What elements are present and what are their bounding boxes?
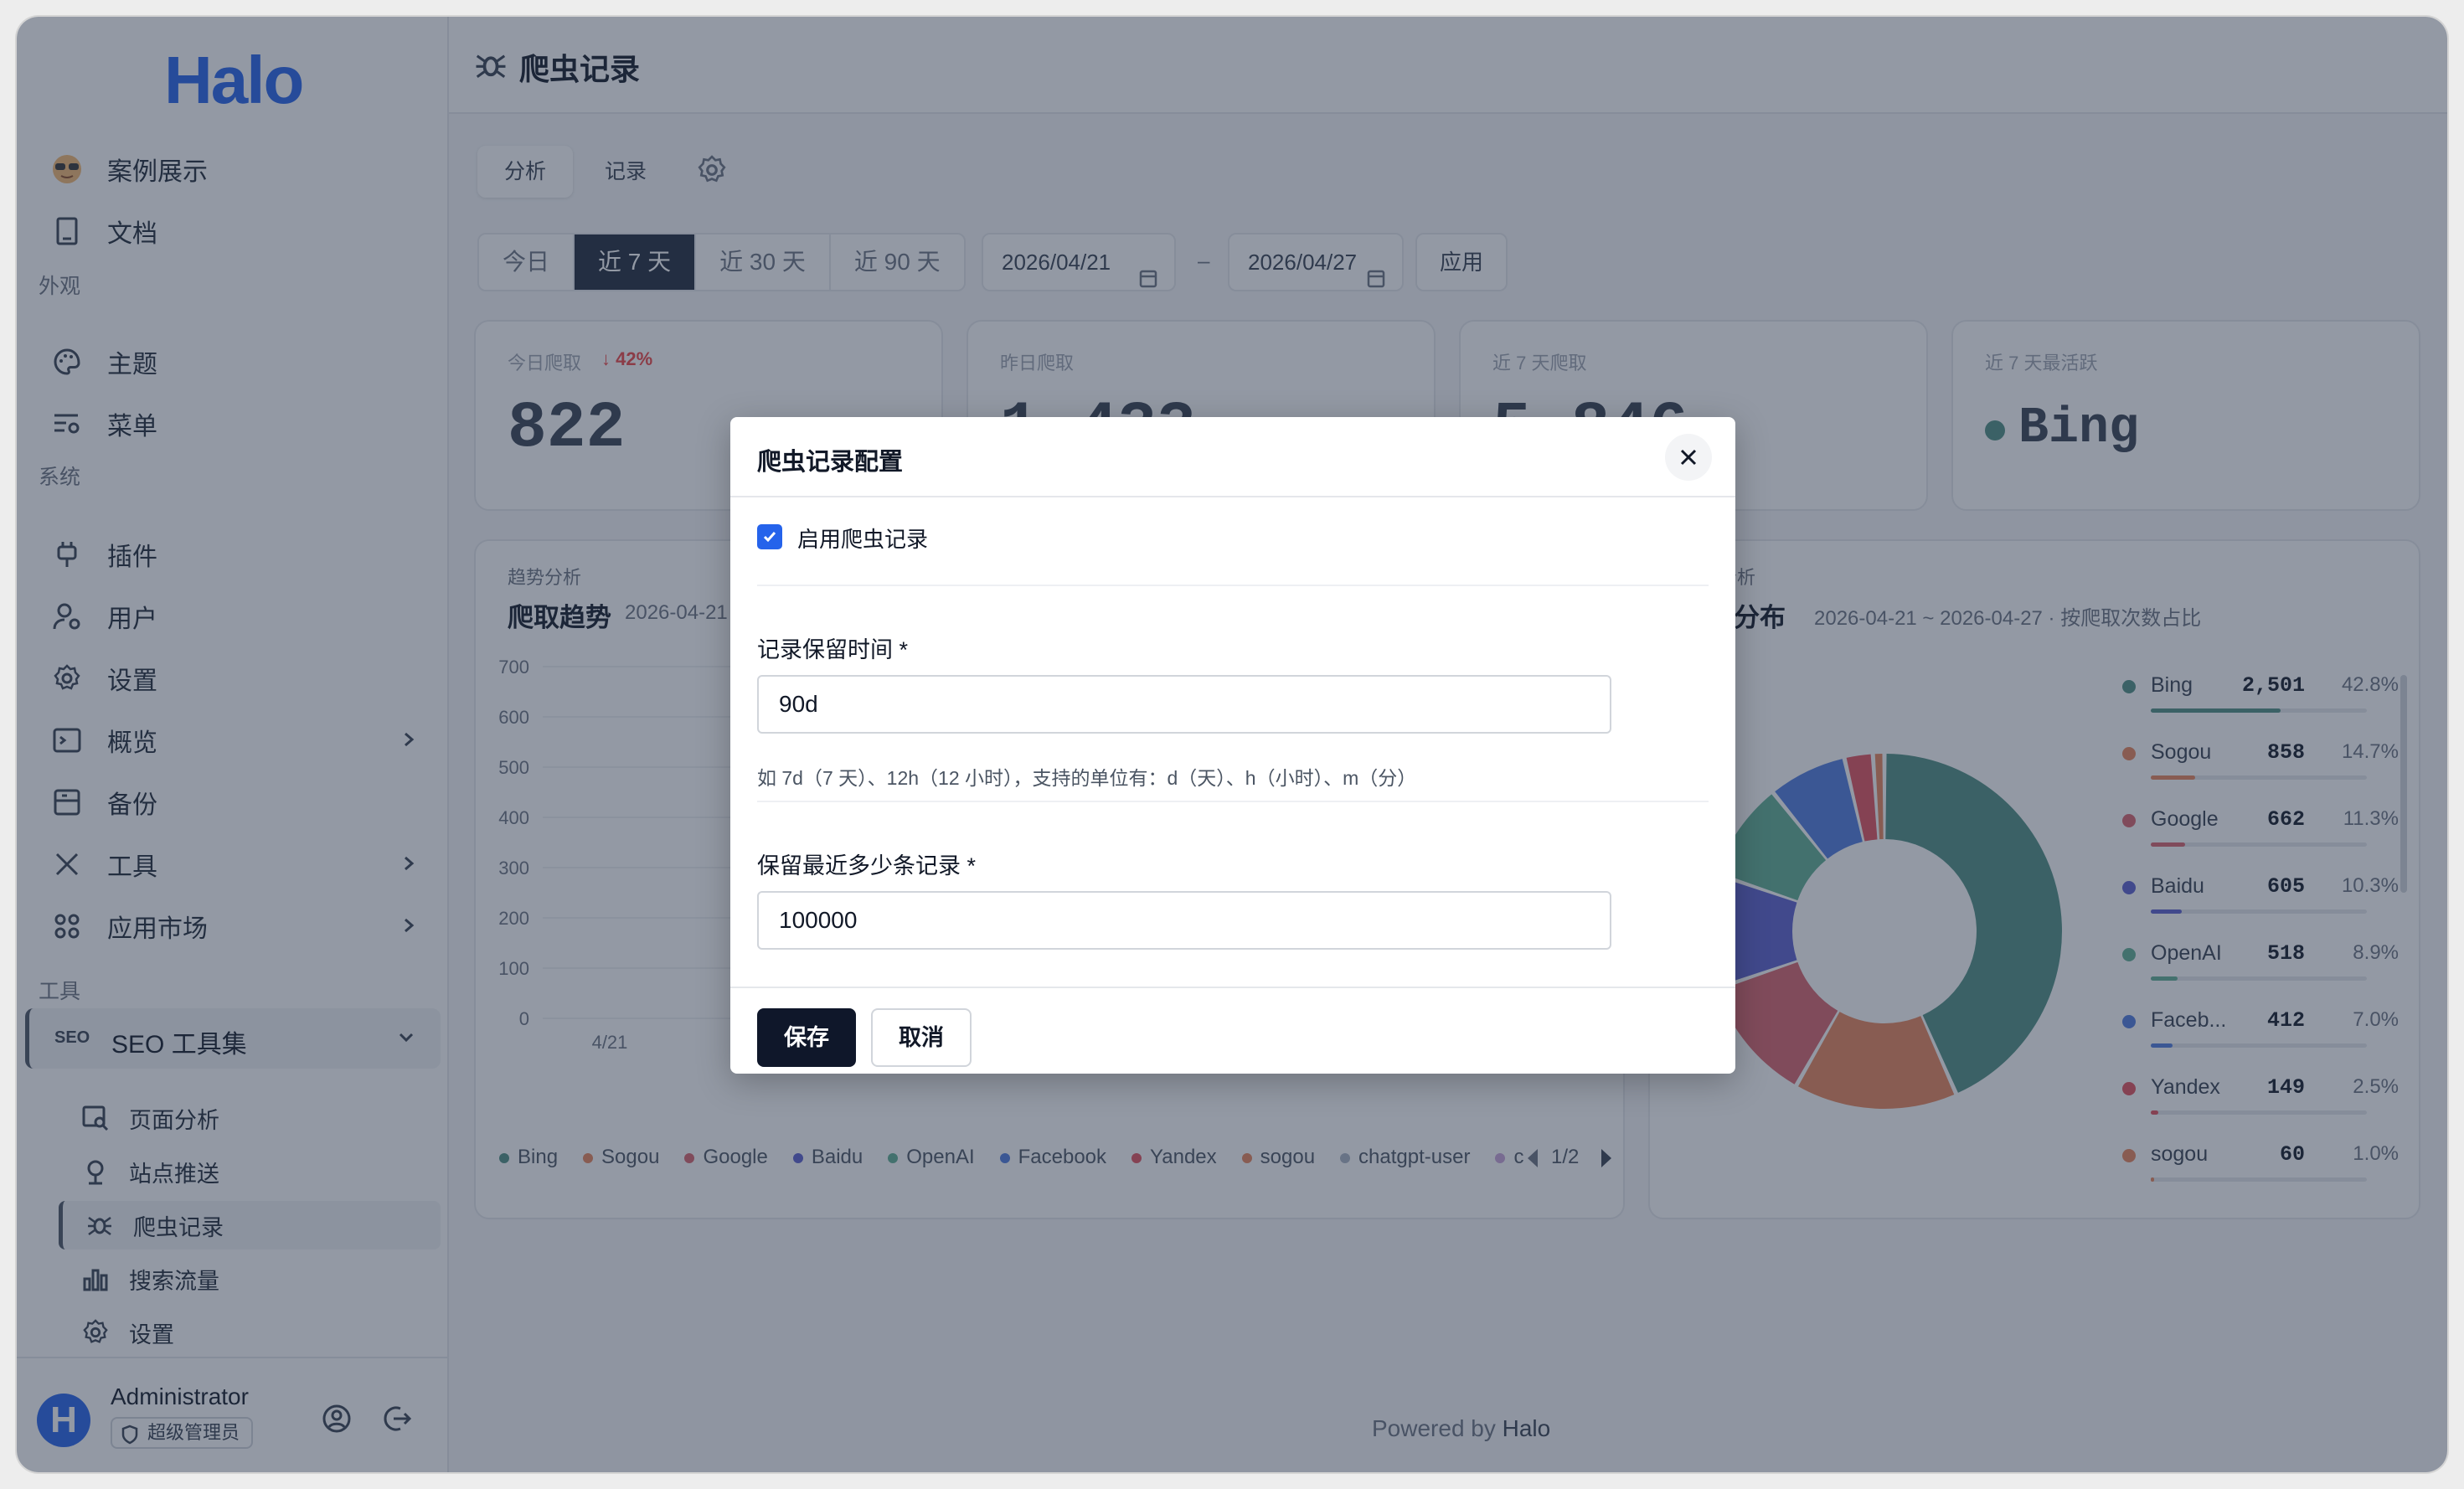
close-icon	[1680, 449, 1697, 466]
enable-checkbox[interactable]	[757, 524, 782, 549]
cancel-button[interactable]: 取消	[871, 1008, 972, 1067]
max-records-input[interactable]: 100000	[757, 891, 1611, 950]
save-button[interactable]: 保存	[757, 1008, 856, 1067]
divider	[757, 801, 1709, 802]
modal-header: 爬虫记录配置	[730, 417, 1735, 497]
divider	[757, 585, 1709, 586]
app-window: Halo 案例展示 文档 外观 主题 菜单 系统 插件 用户 设置	[17, 17, 2447, 1472]
max-records-label: 保留最近多少条记录 *	[757, 853, 977, 878]
crawler-config-modal: 爬虫记录配置 启用爬虫记录 记录保留时间 * 90d 如 7d（7 天）、12h…	[730, 417, 1735, 1074]
retention-input[interactable]: 90d	[757, 675, 1611, 734]
close-button[interactable]	[1665, 434, 1712, 481]
retention-label: 记录保留时间 *	[757, 637, 909, 662]
modal-footer: 保存 取消	[730, 987, 1735, 1074]
check-icon	[763, 532, 776, 543]
enable-label: 启用爬虫记录	[797, 527, 929, 552]
modal-title: 爬虫记录配置	[757, 449, 904, 476]
retention-help: 如 7d（7 天）、12h（12 小时），支持的单位有：d（天）、h（小时）、m…	[757, 767, 1417, 789]
